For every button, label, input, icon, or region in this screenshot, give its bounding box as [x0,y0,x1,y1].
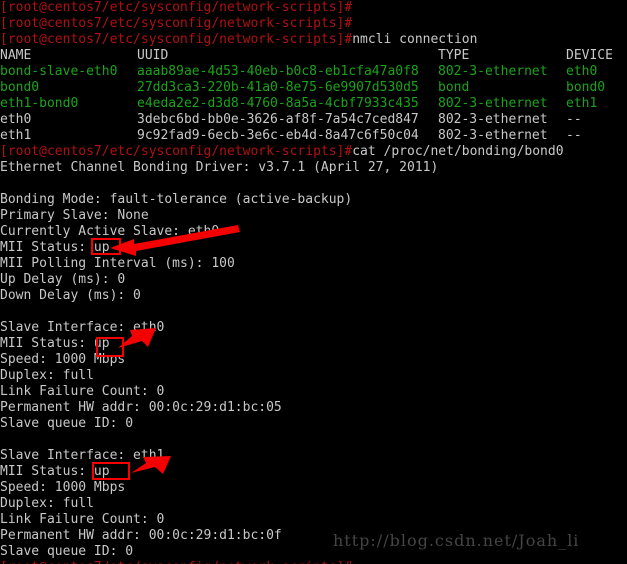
bonding-driver-version: Ethernet Channel Bonding Driver: v3.7.1 … [0,160,439,175]
terminal-line-prompt-2: [root@centos7/etc/sysconfig/network-scri… [0,16,352,32]
bonding-up-delay: Up Delay (ms): 0 [0,272,126,287]
column-header-device: DEVICE [566,48,613,63]
slave-queue-id: Slave queue ID: 0 [0,544,134,559]
connection-type: 802-3-ethernet [438,128,548,143]
connection-uuid: aaab89ae-4d53-40eb-b0c8-eb1cfa47a0f8 [137,64,419,79]
connection-name: bond0 [0,80,40,95]
bonding-mii-status: MII Status: up [0,240,110,256]
mii-status-label: MII Status: [0,240,94,255]
slave-interface-heading: Slave Interface: eth1 [0,448,165,463]
slave-link-failure-count: Link Failure Count: 0 [0,512,165,527]
connection-type: bond [438,80,470,95]
shell-prompt: [root@centos7/etc/sysconfig/network-scri… [0,32,353,47]
slave-speed: Speed: 1000 Mbps [0,352,126,367]
connection-uuid: 27dd3ca3-220b-41a0-8e75-6e9907d530d5 [137,80,419,95]
mii-status-label: MII Status: [0,336,94,351]
slave-duplex: Duplex: full [0,496,94,511]
bonding-down-delay: Down Delay (ms): 0 [0,288,141,303]
connection-type: 802-3-ethernet [438,96,548,111]
slave-duplex: Duplex: full [0,368,94,383]
connection-name: eth1-bond0 [0,96,79,111]
slave-mii-status: MII Status: up [0,336,110,352]
connection-type: 802-3-ethernet [438,112,548,127]
connection-uuid: e4eda2e2-d3d8-4760-8a5a-4cbf7933c435 [137,96,419,111]
bonding-primary-slave: Primary Slave: None [0,208,149,223]
connection-device: eth1 [566,96,598,111]
shell-prompt: [root@centos7/etc/sysconfig/network-scri… [0,16,353,31]
shell-prompt: [root@centos7/etc/sysconfig/network-scri… [0,0,353,15]
terminal-line-nmcli-command: [root@centos7/etc/sysconfig/network-scri… [0,32,477,48]
mii-status-label: MII Status: [0,464,94,479]
terminal-line-prompt-1: [root@centos7/etc/sysconfig/network-scri… [0,0,352,16]
mii-status-value: up [93,464,110,479]
column-header-name: NAME [0,48,32,63]
shell-prompt: [root@centos7/etc/sysconfig/network-scri… [0,560,352,564]
bonding-currently-active-slave: Currently Active Slave: eth0 [0,224,220,239]
terminal-line-trailing-prompt: [root@centos7/etc/sysconfig/network-scri… [0,560,352,564]
mii-status-value: up [93,336,110,351]
connection-type: 802-3-ethernet [438,64,548,79]
terminal-window[interactable]: [root@centos7/etc/sysconfig/network-scri… [0,0,627,564]
command-cat-bond0: cat /proc/net/bonding/bond0 [352,144,564,159]
bonding-mii-polling-interval: MII Polling Interval (ms): 100 [0,256,235,271]
slave-mii-status: MII Status: up [0,464,110,480]
slave-permanent-hw-addr: Permanent HW addr: 00:0c:29:d1:bc:0f [0,528,282,543]
connection-device: eth0 [566,64,598,79]
connection-name: eth1 [0,128,32,143]
connection-device: -- [566,112,582,127]
column-header-uuid: UUID [137,48,169,63]
column-header-type: TYPE [438,48,470,63]
connection-uuid: 3debc6bd-bb0e-3626-af8f-7a54c7ced847 [137,112,419,127]
slave-interface-heading: Slave Interface: eth0 [0,320,165,335]
shell-prompt: [root@centos7/etc/sysconfig/network-scri… [0,144,353,159]
connection-name: eth0 [0,112,32,127]
slave-link-failure-count: Link Failure Count: 0 [0,384,165,399]
command-nmcli-connection: nmcli connection [352,32,478,47]
slave-speed: Speed: 1000 Mbps [0,480,126,495]
connection-device: -- [566,128,582,143]
watermark-url: http://blog.csdn.net/Joah_li [333,531,580,550]
connection-device: bond0 [566,80,606,95]
terminal-screen: [root@centos7/etc/sysconfig/network-scri… [0,0,627,564]
slave-permanent-hw-addr: Permanent HW addr: 00:0c:29:d1:bc:05 [0,400,282,415]
mii-status-value: up [93,240,110,255]
terminal-line-cat-command: [root@centos7/etc/sysconfig/network-scri… [0,144,564,160]
slave-queue-id: Slave queue ID: 0 [0,416,134,431]
connection-name: bond-slave-eth0 [0,64,118,79]
connection-uuid: 9c92fad9-6ecb-3e6c-eb4d-8a47c6f50c04 [137,128,419,143]
bonding-mode: Bonding Mode: fault-tolerance (active-ba… [0,192,353,207]
